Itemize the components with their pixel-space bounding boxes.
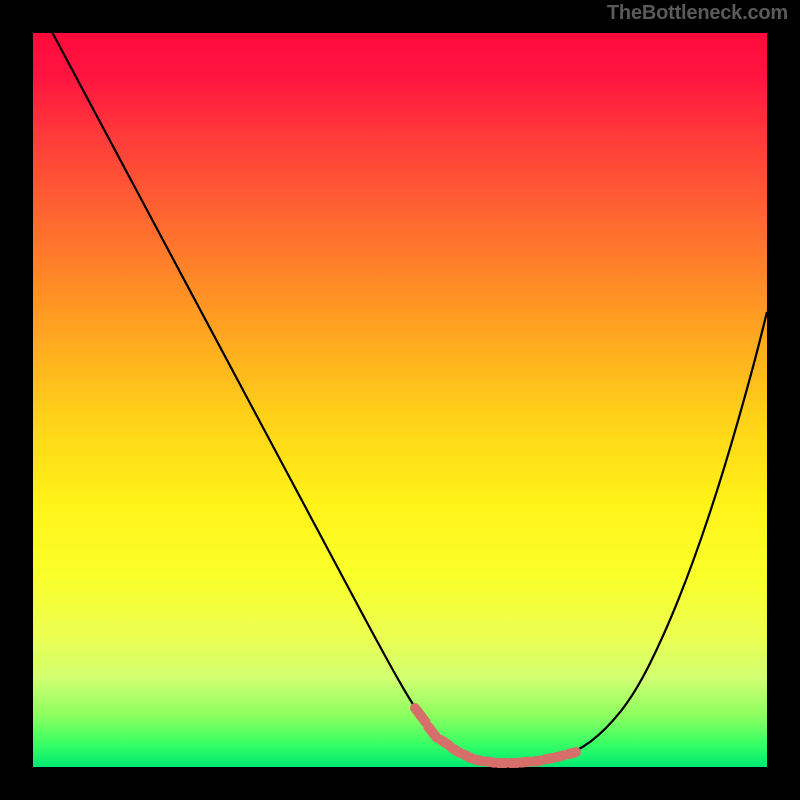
highlight-segment bbox=[563, 747, 579, 760]
plot-area bbox=[33, 33, 767, 767]
highlight-markers bbox=[33, 33, 767, 767]
watermark-text: TheBottleneck.com bbox=[607, 2, 788, 25]
